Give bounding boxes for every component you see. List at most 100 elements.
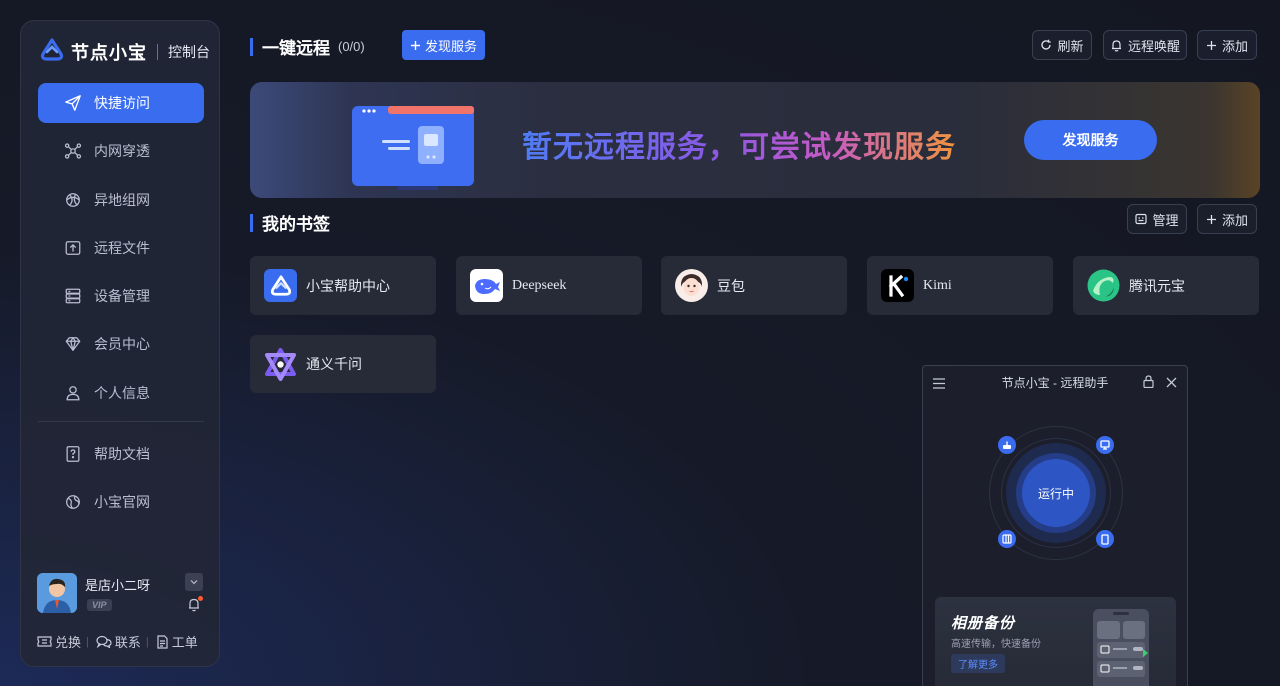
add-bookmark-label: 添加	[1221, 212, 1248, 228]
remote-assistant-window: 节点小宝 - 远程助手 运行中 相册备份 高速传输，快速备份 了解更多	[922, 365, 1188, 686]
sidebar-item-label: 个人信息	[94, 384, 150, 401]
refresh-label: 刷新	[1057, 38, 1084, 54]
sidebar-item-label: 会员中心	[94, 336, 150, 353]
user-name: 是店小二呀	[85, 578, 151, 593]
remote-title: 一键远程	[262, 39, 330, 58]
avatar[interactable]	[37, 573, 77, 613]
lock-icon[interactable]	[1143, 375, 1154, 393]
sidebar-divider	[38, 421, 204, 423]
phone-illustration-icon	[1093, 609, 1149, 686]
empty-remote-banner: 暂无远程服务，可尝试发现服务 发现服务	[250, 82, 1260, 198]
link-separator: |	[86, 635, 89, 648]
remote-wake-label: 远程唤醒	[1127, 38, 1180, 54]
remote-count: (0/0)	[338, 39, 365, 54]
running-status-button[interactable]: 运行中	[1022, 459, 1090, 527]
manage-label: 管理	[1152, 212, 1179, 228]
sidebar-item-quick-access[interactable]: 快捷访问	[38, 83, 204, 123]
section-accent-bar	[250, 213, 253, 232]
user-menu-toggle[interactable]	[185, 573, 203, 591]
bookmark-label: Deepseek	[512, 277, 567, 293]
contact-link[interactable]: 联系	[96, 632, 141, 651]
phone-device-icon	[1096, 530, 1114, 548]
monitor-illustration-icon	[352, 106, 476, 190]
add-bookmark-button[interactable]: 添加	[1197, 204, 1257, 234]
sidebar-item-label: 小宝官网	[94, 494, 150, 511]
help-doc-icon	[66, 446, 80, 462]
redeem-link[interactable]: 兑换	[37, 632, 81, 651]
bookmark-label: 腾讯元宝	[1129, 277, 1185, 294]
bookmark-xiaobao-help[interactable]: 小宝帮助中心	[250, 256, 436, 315]
brand[interactable]: 节点小宝 控制台	[39, 37, 210, 66]
brand-name: 节点小宝	[71, 43, 147, 63]
empty-state-message: 暂无远程服务，可尝试发现服务	[522, 122, 956, 166]
ticket-label: 工单	[171, 635, 198, 650]
notification-button[interactable]	[187, 596, 203, 617]
chat-icon	[96, 635, 112, 648]
redeem-label: 兑换	[55, 635, 82, 650]
bookmark-label: 小宝帮助中心	[306, 277, 390, 294]
chevron-down-icon	[190, 580, 198, 585]
sidebar-item-mesh[interactable]: 异地组网	[38, 180, 204, 220]
bookmark-doubao[interactable]: 豆包	[661, 256, 847, 315]
bookmark-tongyi[interactable]: 通义千问	[250, 335, 436, 393]
banner-discover-button[interactable]: 发现服务	[1024, 120, 1157, 160]
sidebar-item-label: 快捷访问	[94, 95, 150, 111]
close-icon[interactable]	[1166, 375, 1177, 393]
sidebar-item-help[interactable]: 帮助文档	[38, 434, 204, 474]
user-links: 兑换 | 联系 | 工单	[37, 632, 198, 651]
discover-service-button[interactable]: 发现服务	[402, 30, 485, 60]
section-accent-bar	[250, 37, 253, 56]
sidebar-item-label: 远程文件	[94, 239, 150, 256]
folder-upload-icon	[65, 240, 81, 255]
diamond-icon	[65, 337, 81, 352]
refresh-icon	[1041, 39, 1052, 50]
doubao-avatar-icon	[675, 269, 708, 302]
server-icon	[65, 288, 81, 304]
sidebar-item-intranet[interactable]: 内网穿透	[38, 131, 204, 171]
yuanbao-logo-icon	[1087, 269, 1120, 302]
deepseek-whale-icon	[470, 269, 503, 302]
bookmark-deepseek[interactable]: Deepseek	[456, 256, 642, 315]
ticket-link[interactable]: 工单	[156, 632, 198, 651]
brand-subtitle: 控制台	[168, 44, 210, 60]
sidebar-item-membership[interactable]: 会员中心	[38, 324, 204, 364]
bookmark-label: 豆包	[717, 277, 745, 294]
bookmark-label: 通义千问	[306, 356, 362, 372]
bookmark-yuanbao[interactable]: 腾讯元宝	[1073, 256, 1259, 315]
learn-more-button[interactable]: 了解更多	[951, 654, 1005, 673]
monitor-device-icon	[1096, 436, 1114, 454]
contact-label: 联系	[114, 635, 141, 650]
nas-device-icon	[998, 530, 1016, 548]
refresh-button[interactable]: 刷新	[1032, 30, 1092, 60]
sidebar-item-devices[interactable]: 设备管理	[38, 276, 204, 316]
manage-bookmarks-button[interactable]: 管理	[1127, 204, 1187, 234]
promo-title: 相册备份	[951, 615, 1016, 632]
add-remote-button[interactable]: 添加	[1197, 30, 1257, 60]
sidebar-item-remote-files[interactable]: 远程文件	[38, 228, 204, 268]
website-icon	[66, 495, 80, 510]
manage-icon	[1135, 213, 1148, 225]
sidebar-item-label: 异地组网	[94, 191, 150, 208]
vip-badge: VIP	[87, 599, 112, 611]
sidebar-item-label: 帮助文档	[94, 446, 150, 463]
network-nodes-icon	[64, 143, 82, 159]
add-remote-label: 添加	[1221, 38, 1248, 54]
bookmark-label: Kimi	[923, 277, 952, 293]
plus-icon	[1206, 214, 1216, 224]
sidebar-item-label: 内网穿透	[94, 143, 150, 160]
user-icon	[66, 385, 80, 401]
bell-icon	[1111, 39, 1121, 51]
tongyi-logo-icon	[264, 347, 297, 381]
xiaobao-logo-icon	[264, 269, 297, 302]
discover-service-label: 发现服务	[424, 38, 477, 54]
sidebar-item-profile[interactable]: 个人信息	[38, 373, 204, 413]
notification-dot	[198, 596, 203, 601]
sidebar-item-website[interactable]: 小宝官网	[38, 482, 204, 522]
globe-mesh-icon	[66, 192, 80, 207]
photo-backup-promo[interactable]: 相册备份 高速传输，快速备份 了解更多	[935, 597, 1176, 686]
bookmarks-section-title: 我的书签	[250, 210, 330, 235]
document-icon	[157, 634, 168, 649]
remote-wake-button[interactable]: 远程唤醒	[1103, 30, 1187, 60]
sidebar-item-label: 设备管理	[94, 288, 150, 305]
bookmark-kimi[interactable]: Kimi	[867, 256, 1053, 315]
